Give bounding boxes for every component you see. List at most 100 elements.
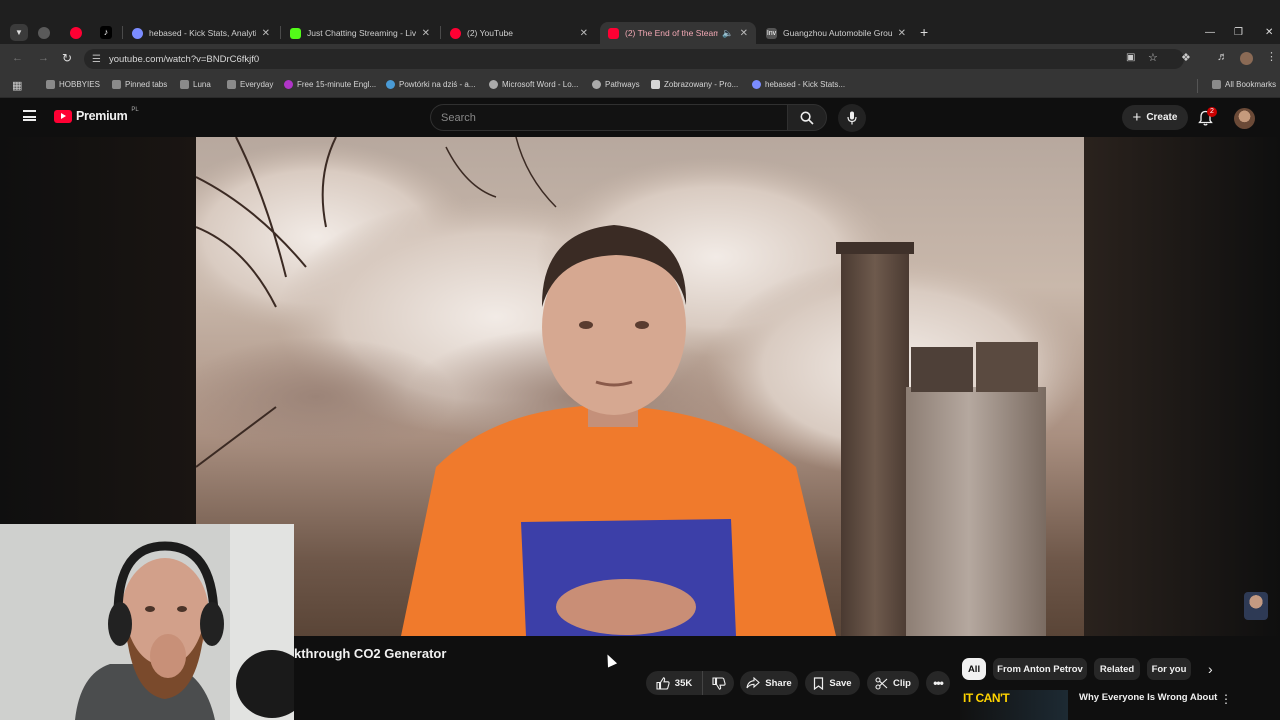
window-close-icon[interactable]: ✕ bbox=[1265, 27, 1273, 38]
bookmark-folder[interactable]: Pinned tabs bbox=[112, 80, 167, 89]
new-tab-button[interactable]: + bbox=[920, 24, 928, 40]
install-app-icon[interactable]: ▣ bbox=[1126, 52, 1135, 63]
youtube-favicon bbox=[450, 27, 461, 39]
bookmark-label: Free 15-minute Engl... bbox=[297, 80, 377, 89]
close-icon[interactable]: ✕ bbox=[898, 28, 906, 39]
hamburger-menu-icon[interactable] bbox=[23, 110, 36, 121]
chip-all[interactable]: All bbox=[962, 658, 986, 680]
speaker-icon[interactable]: 🔈 bbox=[722, 28, 733, 39]
profile-avatar[interactable] bbox=[1240, 52, 1253, 65]
share-label: Share bbox=[765, 677, 792, 689]
pinned-tab-youtube[interactable] bbox=[70, 27, 82, 39]
bookmark-folder[interactable]: HOBBYIES bbox=[46, 80, 100, 89]
site-icon bbox=[386, 80, 395, 89]
share-icon bbox=[746, 677, 761, 689]
bookmark-link[interactable]: hebased - Kick Stats... bbox=[752, 80, 845, 89]
bookmark-folder[interactable]: Luna bbox=[180, 80, 211, 89]
video-player[interactable] bbox=[196, 137, 1084, 636]
mouse-cursor bbox=[602, 652, 618, 668]
address-bar[interactable]: ☰ youtube.com/watch?v=BNDrC6fkjf0 bbox=[84, 49, 1184, 69]
kick-favicon bbox=[290, 27, 301, 39]
thumbs-up-icon bbox=[656, 676, 670, 690]
bookmark-label: hebased - Kick Stats... bbox=[765, 80, 846, 89]
site-favicon: Inv bbox=[766, 27, 777, 39]
tab-kick-stats[interactable]: hebased - Kick Stats, Analytics ✕ bbox=[124, 22, 278, 44]
search-button[interactable] bbox=[787, 104, 827, 131]
close-icon[interactable]: ✕ bbox=[740, 28, 748, 39]
tab-guangzhou[interactable]: Inv Guangzhou Automobile Group ✕ bbox=[758, 22, 914, 44]
bookmark-label: Pathways bbox=[605, 80, 640, 89]
extensions-icon[interactable]: ❖ bbox=[1181, 51, 1191, 64]
more-vertical-icon[interactable]: ⋮ bbox=[1220, 692, 1232, 706]
site-info-icon[interactable]: ☰ bbox=[92, 54, 101, 65]
more-actions-button[interactable]: ••• bbox=[926, 671, 950, 695]
menu-kebab-icon[interactable]: ⋮ bbox=[1266, 50, 1277, 63]
tab-title: Just Chatting Streaming - Live bbox=[307, 28, 416, 38]
tab-just-chatting[interactable]: Just Chatting Streaming - Live ✕ bbox=[282, 22, 438, 44]
microphone-icon bbox=[847, 111, 857, 125]
tab-youtube[interactable]: (2) YouTube ✕ bbox=[442, 22, 596, 44]
close-icon[interactable]: ✕ bbox=[580, 28, 588, 39]
browser-toolbar: ← → ↻ ☰ youtube.com/watch?v=BNDrC6fkjf0 … bbox=[0, 44, 1280, 74]
save-label: Save bbox=[829, 677, 852, 689]
tab-title: hebased - Kick Stats, Analytics bbox=[149, 28, 256, 38]
all-bookmarks-button[interactable]: All Bookmarks bbox=[1212, 80, 1276, 89]
youtube-premium-logo[interactable]: Premium PL bbox=[54, 107, 139, 123]
tab-active-video[interactable]: (2) The End of the Steam A 🔈 ✕ bbox=[600, 22, 756, 44]
floating-avatar[interactable] bbox=[1244, 592, 1268, 620]
notifications-button[interactable]: 2 bbox=[1198, 107, 1217, 131]
bookmark-label: All Bookmarks bbox=[1225, 80, 1277, 89]
close-icon[interactable]: ✕ bbox=[422, 28, 430, 39]
bookmark-label: HOBBYIES bbox=[59, 80, 100, 89]
bookmark-icon bbox=[814, 676, 824, 690]
bookmark-link[interactable]: Pathways bbox=[592, 80, 640, 89]
pinned-tab-1[interactable] bbox=[38, 27, 50, 39]
bookmark-link[interactable]: Free 15-minute Engl... bbox=[284, 80, 376, 89]
dislike-button[interactable] bbox=[702, 671, 734, 695]
bookmark-link[interactable]: Powtórki na dziś - a... bbox=[386, 80, 475, 89]
recommended-video-title[interactable]: Why Everyone Is Wrong About bbox=[1079, 692, 1217, 703]
chip-for-you[interactable]: For you bbox=[1147, 658, 1191, 680]
video-side-backdrop-right bbox=[1084, 137, 1280, 636]
forward-icon[interactable]: → bbox=[38, 52, 49, 64]
youtube-header: Premium PL Search + Create 2 bbox=[0, 99, 1280, 137]
voice-search-button[interactable] bbox=[838, 104, 866, 132]
tab-title: (2) The End of the Steam A bbox=[625, 28, 719, 38]
save-button[interactable]: Save bbox=[805, 671, 860, 695]
tab-search-button[interactable]: ▼ bbox=[10, 24, 28, 41]
bookmark-star-icon[interactable]: ☆ bbox=[1148, 51, 1158, 64]
bookmark-link[interactable]: Zobrazowany - Pro... bbox=[651, 80, 738, 89]
globe-icon bbox=[592, 80, 601, 89]
pinned-tab-tiktok[interactable]: ♪ bbox=[100, 26, 112, 39]
bookmark-folder[interactable]: Everyday bbox=[227, 80, 273, 89]
minimize-icon[interactable]: — bbox=[1205, 27, 1215, 38]
chip-from-channel[interactable]: From Anton Petrov bbox=[993, 658, 1087, 680]
clip-button[interactable]: Clip bbox=[867, 671, 919, 695]
chevron-down-icon: ▼ bbox=[15, 28, 23, 37]
create-button[interactable]: + Create bbox=[1122, 105, 1188, 130]
bookmarks-bar: ▦ HOBBYIES Pinned tabs Luna Everyday Fre… bbox=[0, 74, 1280, 98]
bookmark-link[interactable]: Microsoft Word - Lo... bbox=[489, 80, 578, 89]
close-icon[interactable]: ✕ bbox=[262, 28, 270, 39]
clip-label: Clip bbox=[893, 677, 911, 689]
bookmark-label: Powtórki na dziś - a... bbox=[399, 80, 476, 89]
region-code: PL bbox=[131, 107, 139, 113]
tab-title: Guangzhou Automobile Group bbox=[783, 28, 892, 38]
avatar[interactable] bbox=[1234, 108, 1255, 129]
like-button[interactable]: 35K bbox=[646, 671, 702, 695]
chip-related[interactable]: Related bbox=[1094, 658, 1140, 680]
chevron-right-icon[interactable]: › bbox=[1208, 661, 1213, 677]
share-button[interactable]: Share bbox=[740, 671, 798, 695]
divider bbox=[1197, 79, 1198, 93]
site-icon bbox=[752, 80, 761, 89]
url-text: youtube.com/watch?v=BNDrC6fkjf0 bbox=[108, 53, 260, 65]
reload-icon[interactable]: ↻ bbox=[62, 51, 72, 65]
media-controls-icon[interactable]: ♬ bbox=[1217, 51, 1228, 63]
search-input[interactable]: Search bbox=[430, 104, 787, 131]
back-icon[interactable]: ← bbox=[12, 52, 23, 64]
apps-grid-icon[interactable]: ▦ bbox=[12, 79, 22, 92]
bookmark-label: Luna bbox=[193, 80, 211, 89]
bookmark-label: Pinned tabs bbox=[125, 80, 168, 89]
recommended-thumbnail[interactable]: IT CAN'T bbox=[960, 690, 1068, 720]
restore-icon[interactable]: ❐ bbox=[1234, 27, 1243, 38]
